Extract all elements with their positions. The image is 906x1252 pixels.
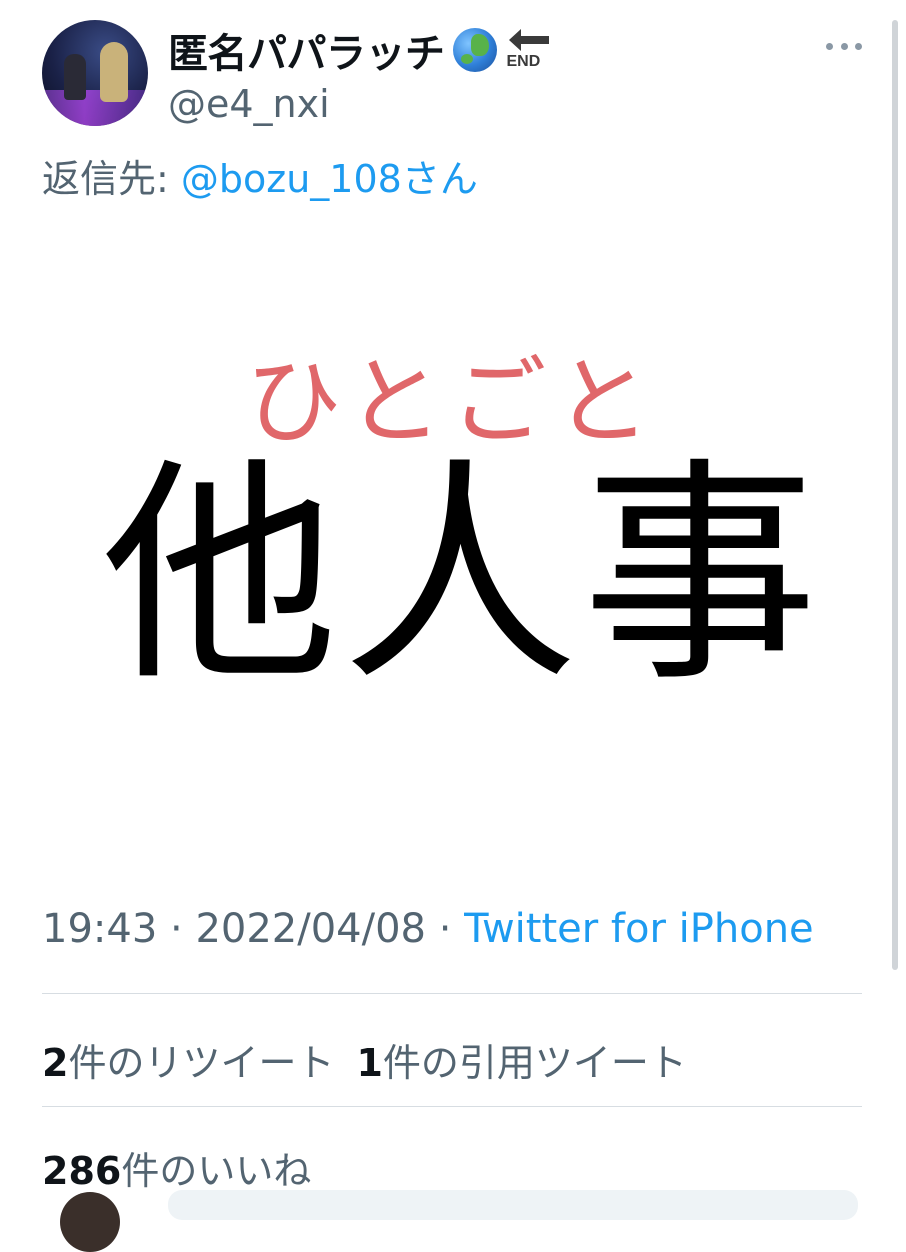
divider [42, 1106, 862, 1107]
avatar-figure-left [64, 54, 86, 100]
retweets-label: 件のリツイート [68, 1041, 335, 1085]
avatar-stage-light [42, 90, 148, 126]
more-dot [826, 42, 833, 50]
retweet-quote-stats-row: 2件のリツイート 1件の引用ツイート [42, 1032, 687, 1087]
end-icon-label: END [506, 53, 541, 70]
author-display-name[interactable]: 匿名パパラッチ [168, 21, 445, 79]
reply-composer-box[interactable] [168, 1190, 858, 1220]
globe-asia-australia-icon [452, 28, 497, 72]
author-avatar[interactable] [42, 20, 148, 126]
tweet-time[interactable]: 19:43 [42, 906, 157, 952]
scrollbar[interactable] [892, 20, 898, 970]
reply-to-prefix: 返信先: [42, 157, 181, 201]
avatar-figure-right [100, 42, 128, 102]
likes-count: 286 [42, 1149, 122, 1193]
quotes-stat[interactable]: 1件の引用ツイート [356, 1041, 686, 1085]
retweets-stat[interactable]: 2件のリツイート [42, 1041, 334, 1085]
retweets-count: 2 [42, 1041, 69, 1085]
reply-composer-avatar [60, 1192, 120, 1252]
tweet-timestamp-row: 19:43 · 2022/04/08 · Twitter for iPhone [42, 906, 814, 952]
tweet-date[interactable]: 2022/04/08 [195, 906, 426, 952]
more-dot [840, 42, 848, 50]
media-furigana-text: ひとごと [245, 346, 659, 458]
timestamp-separator: · [425, 906, 465, 952]
author-name-row[interactable]: 匿名パパラッチ END [168, 22, 551, 78]
left-arrow-icon [508, 29, 549, 51]
tweet-source-link[interactable]: Twitter for iPhone [464, 906, 814, 952]
reply-to-mention-link[interactable]: @bozu_108さん [181, 157, 478, 201]
tweet-media-image[interactable]: ひとごと 他人事 [42, 228, 862, 868]
more-dot [855, 42, 862, 50]
end-arrow-icon: END [505, 25, 551, 75]
media-kanji-text: 他人事 [101, 438, 822, 713]
reply-to-line: 返信先: @bozu_108さん [42, 148, 478, 203]
more-options-icon[interactable] [826, 40, 862, 52]
divider [42, 993, 862, 994]
author-handle[interactable]: @e4_nxi [168, 82, 330, 126]
quotes-count: 1 [356, 1041, 383, 1085]
timestamp-separator: · [157, 906, 196, 952]
quotes-label: 件の引用ツイート [382, 1041, 687, 1085]
likes-label: 件のいいね [121, 1149, 312, 1193]
likes-stat-row[interactable]: 286件のいいね [42, 1140, 311, 1195]
